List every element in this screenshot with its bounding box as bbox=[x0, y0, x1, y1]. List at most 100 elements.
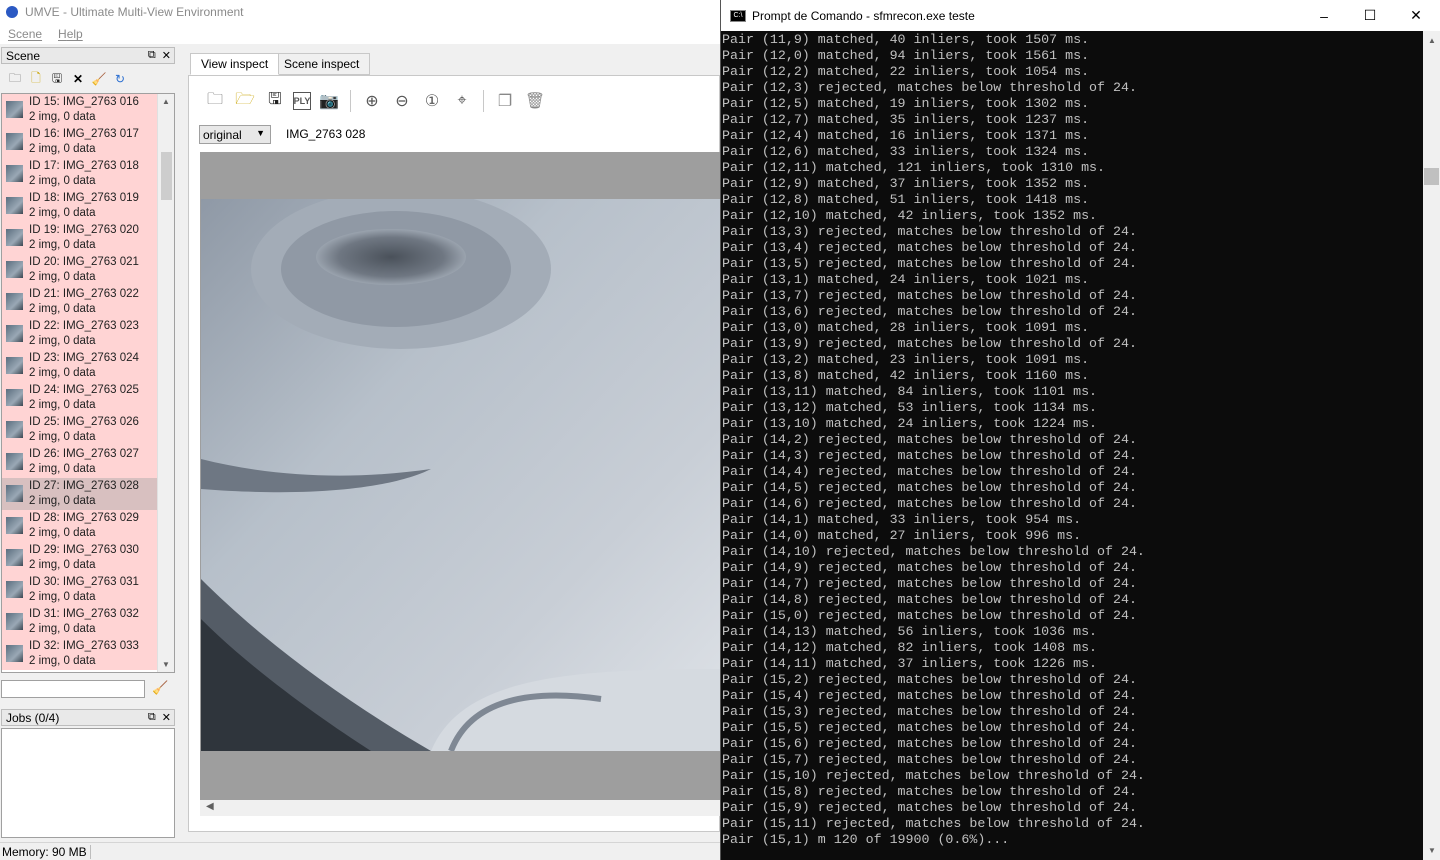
view-id-label: ID 21: IMG_2763 022 bbox=[29, 288, 139, 300]
scene-list-item[interactable]: ID 16: IMG_2763 017 2 img, 0 data bbox=[2, 126, 157, 158]
view-thumbnail bbox=[6, 357, 23, 374]
cmd-window: C:\ Prompt de Comando - sfmrecon.exe tes… bbox=[720, 0, 1440, 860]
console-line: Pair (13,7) rejected, matches below thre… bbox=[722, 288, 1137, 303]
scene-list-item[interactable]: ID 21: IMG_2763 022 2 img, 0 data bbox=[2, 286, 157, 318]
reload-icon[interactable]: ↻ bbox=[112, 71, 128, 87]
scene-list-item[interactable]: ID 15: IMG_2763 016 2 img, 0 data bbox=[2, 94, 157, 126]
maximize-button[interactable]: ☐ bbox=[1347, 0, 1393, 31]
scene-list-item[interactable]: ID 23: IMG_2763 024 2 img, 0 data bbox=[2, 350, 157, 382]
view-thumbnail bbox=[6, 581, 23, 598]
scroll-left-icon[interactable]: ◀ bbox=[206, 801, 214, 812]
view-thumbnail bbox=[6, 133, 23, 150]
scene-list-item[interactable]: ID 24: IMG_2763 025 2 img, 0 data bbox=[2, 382, 157, 414]
console-line: Pair (14,10) rejected, matches below thr… bbox=[722, 544, 1145, 559]
close-icon[interactable]: ✕ bbox=[70, 71, 86, 87]
view-thumbnail bbox=[6, 101, 23, 118]
view-thumbnail bbox=[6, 549, 23, 566]
screenshot-icon[interactable]: 📷 bbox=[317, 89, 341, 113]
console-line: Pair (13,3) rejected, matches below thre… bbox=[722, 224, 1137, 239]
zoom-fit-icon[interactable]: ⌖ bbox=[450, 89, 474, 113]
scene-list-item[interactable]: ID 32: IMG_2763 033 2 img, 0 data bbox=[2, 638, 157, 670]
open-icon[interactable]: 🗀 bbox=[203, 89, 227, 113]
undock-icon[interactable]: ⧉ bbox=[148, 49, 156, 62]
close-window-button[interactable]: ✕ bbox=[1393, 0, 1439, 31]
scrollbar-thumb[interactable] bbox=[1424, 168, 1439, 185]
console-line: Pair (15,8) rejected, matches below thre… bbox=[722, 784, 1137, 799]
view-info-label: 2 img, 0 data bbox=[29, 367, 96, 379]
image-view-canvas[interactable] bbox=[200, 152, 720, 800]
scene-toolbar: 🗀 🗋 🖫 ✕ 🧹 ↻ bbox=[3, 69, 175, 89]
menu-scene[interactable]: Scene bbox=[8, 27, 42, 41]
delete-icon[interactable]: 🗑 bbox=[523, 89, 547, 113]
statue-photo bbox=[201, 199, 720, 751]
scene-list-item[interactable]: ID 26: IMG_2763 027 2 img, 0 data bbox=[2, 446, 157, 478]
view-info-label: 2 img, 0 data bbox=[29, 527, 96, 539]
menu-help[interactable]: Help bbox=[58, 27, 83, 41]
view-thumbnail bbox=[6, 293, 23, 310]
scene-list-item[interactable]: ID 31: IMG_2763 032 2 img, 0 data bbox=[2, 606, 157, 638]
export-ply-icon[interactable]: PLY bbox=[293, 92, 311, 110]
view-info-label: 2 img, 0 data bbox=[29, 623, 96, 635]
scene-list-item[interactable]: ID 19: IMG_2763 020 2 img, 0 data bbox=[2, 222, 157, 254]
embedding-select[interactable]: original ▼ bbox=[199, 125, 271, 144]
open-folder-icon[interactable]: 🗀 bbox=[7, 71, 23, 87]
view-info-label: 2 img, 0 data bbox=[29, 431, 96, 443]
scene-list-item[interactable]: ID 28: IMG_2763 029 2 img, 0 data bbox=[2, 510, 157, 542]
view-id-label: ID 27: IMG_2763 028 bbox=[29, 480, 139, 492]
scroll-down-icon[interactable]: ▼ bbox=[1428, 846, 1436, 855]
view-thumbnail bbox=[6, 197, 23, 214]
console-line: Pair (15,7) rejected, matches below thre… bbox=[722, 752, 1137, 767]
console-line: Pair (13,11) matched, 84 inliers, took 1… bbox=[722, 384, 1098, 399]
scene-list-item[interactable]: ID 30: IMG_2763 031 2 img, 0 data bbox=[2, 574, 157, 606]
console-line: Pair (12,0) matched, 94 inliers, took 15… bbox=[722, 48, 1090, 63]
view-id-label: ID 18: IMG_2763 019 bbox=[29, 192, 139, 204]
console-line: Pair (12,11) matched, 121 inliers, took … bbox=[722, 160, 1106, 175]
scene-list-item[interactable]: ID 22: IMG_2763 023 2 img, 0 data bbox=[2, 318, 157, 350]
new-file-icon[interactable]: 🗋 bbox=[28, 71, 44, 87]
scene-list[interactable]: ▲ ▼ ID 15: IMG_2763 016 2 img, 0 data ID 1… bbox=[1, 93, 175, 673]
scene-list-item[interactable]: ID 27: IMG_2763 028 2 img, 0 data bbox=[2, 478, 157, 510]
minimize-button[interactable]: – bbox=[1301, 0, 1347, 31]
close-dock-icon[interactable]: ✕ bbox=[162, 711, 171, 724]
view-id-label: ID 32: IMG_2763 033 bbox=[29, 640, 139, 652]
scroll-up-icon[interactable]: ▲ bbox=[1428, 36, 1436, 45]
copy-icon[interactable]: ❐ bbox=[493, 89, 517, 113]
zoom-out-icon[interactable]: ⊖ bbox=[390, 89, 414, 113]
scene-list-item[interactable]: ID 20: IMG_2763 021 2 img, 0 data bbox=[2, 254, 157, 286]
tab-view-inspect[interactable]: View inspect bbox=[190, 53, 280, 75]
scrollbar-thumb[interactable] bbox=[161, 152, 172, 200]
scene-list-item[interactable]: ID 17: IMG_2763 018 2 img, 0 data bbox=[2, 158, 157, 190]
scene-list-item[interactable]: ID 18: IMG_2763 019 2 img, 0 data bbox=[2, 190, 157, 222]
console-line: Pair (12,2) matched, 22 inliers, took 10… bbox=[722, 64, 1090, 79]
console-scrollbar[interactable]: ▲ ▼ bbox=[1423, 31, 1440, 860]
clean-icon[interactable]: 🧹 bbox=[91, 71, 107, 87]
scene-filter-input[interactable] bbox=[1, 680, 145, 698]
console-line: Pair (14,13) matched, 56 inliers, took 1… bbox=[722, 624, 1098, 639]
console-line: Pair (13,10) matched, 24 inliers, took 1… bbox=[722, 416, 1098, 431]
view-info-label: 2 img, 0 data bbox=[29, 143, 96, 155]
scene-list-item[interactable]: ID 25: IMG_2763 026 2 img, 0 data bbox=[2, 414, 157, 446]
save-icon[interactable]: 🖫 bbox=[263, 89, 287, 113]
undock-icon[interactable]: ⧉ bbox=[148, 711, 156, 724]
console-output[interactable]: Pair (11,9) matched, 40 inliers, took 15… bbox=[722, 32, 1422, 858]
image-view-hscrollbar[interactable]: ◀ bbox=[200, 800, 720, 816]
scroll-up-icon[interactable]: ▲ bbox=[162, 97, 170, 106]
save-icon[interactable]: 🖫 bbox=[49, 71, 65, 87]
scroll-down-icon[interactable]: ▼ bbox=[162, 660, 170, 669]
zoom-reset-icon[interactable]: ① bbox=[420, 89, 444, 113]
open-folder-icon[interactable]: 🗁 bbox=[233, 89, 257, 113]
view-id-label: ID 31: IMG_2763 032 bbox=[29, 608, 139, 620]
zoom-in-icon[interactable]: ⊕ bbox=[360, 89, 384, 113]
tab-scene-inspect[interactable]: Scene inspect bbox=[273, 53, 371, 75]
scene-list-scrollbar[interactable]: ▲ ▼ bbox=[157, 94, 174, 672]
cmd-app-icon: C:\ bbox=[730, 9, 746, 22]
console-line: Pair (14,3) rejected, matches below thre… bbox=[722, 448, 1137, 463]
view-id-label: ID 26: IMG_2763 027 bbox=[29, 448, 139, 460]
view-thumbnail bbox=[6, 613, 23, 630]
console-line: Pair (15,6) rejected, matches below thre… bbox=[722, 736, 1137, 751]
scene-list-item[interactable]: ID 29: IMG_2763 030 2 img, 0 data bbox=[2, 542, 157, 574]
clear-filter-icon[interactable]: 🧹 bbox=[152, 680, 168, 696]
console-line: Pair (14,5) rejected, matches below thre… bbox=[722, 480, 1137, 495]
view-info-label: 2 img, 0 data bbox=[29, 463, 96, 475]
close-dock-icon[interactable]: ✕ bbox=[162, 49, 171, 62]
